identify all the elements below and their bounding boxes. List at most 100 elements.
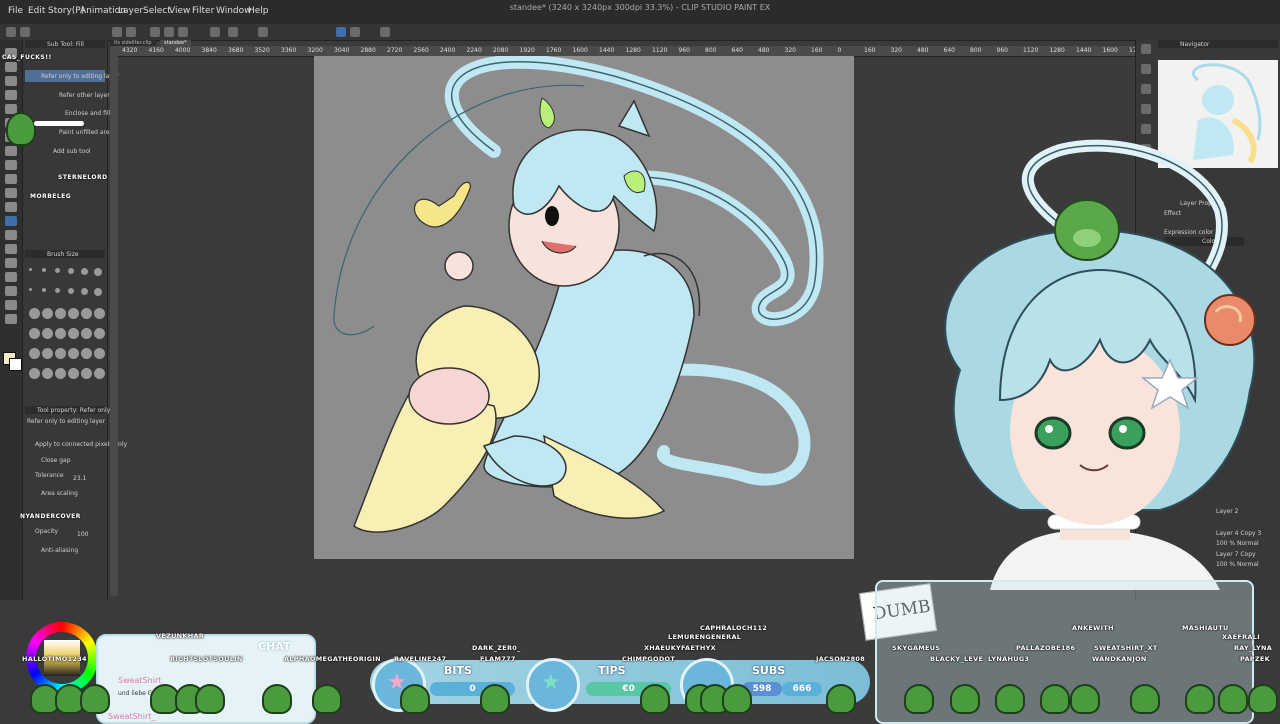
brush-tool-icon[interactable] xyxy=(5,146,17,156)
brush-size-option[interactable] xyxy=(29,368,40,379)
decoration-tool-icon[interactable] xyxy=(5,174,17,184)
frame-tool-icon[interactable] xyxy=(5,258,17,268)
brush-size-option[interactable] xyxy=(81,268,88,275)
blend-tool-icon[interactable] xyxy=(5,202,17,212)
viewer-name: CAS_FUCKS!! xyxy=(2,54,52,61)
subtool-item[interactable]: Paint unfilled area xyxy=(59,129,113,136)
menu-edit[interactable]: Edit xyxy=(28,6,45,16)
panel-icon[interactable] xyxy=(1141,64,1151,74)
pen-icon[interactable] xyxy=(336,27,346,37)
brush-size-option[interactable] xyxy=(55,308,66,319)
brush-size-option[interactable] xyxy=(81,308,92,319)
menu-layer[interactable]: Layer xyxy=(118,6,143,16)
brush-size-option[interactable] xyxy=(94,308,105,319)
brush-size-option[interactable] xyxy=(81,368,92,379)
brush-size-option[interactable] xyxy=(94,368,105,379)
fill-icon[interactable] xyxy=(258,27,268,37)
menu-select[interactable]: Select xyxy=(143,6,171,16)
brush-size-option[interactable] xyxy=(29,288,32,291)
brush-size-option[interactable] xyxy=(42,348,53,359)
panel-icon[interactable] xyxy=(1141,44,1151,54)
ruler-icon[interactable] xyxy=(350,27,360,37)
ruler-tick-label: 1440 xyxy=(1076,47,1092,54)
brush-size-option[interactable] xyxy=(55,328,66,339)
brush-size-option[interactable] xyxy=(94,348,105,359)
brush-size-option[interactable] xyxy=(29,308,40,319)
ruler-tick-label: 800 xyxy=(970,47,982,54)
brush-size-option[interactable] xyxy=(81,348,92,359)
undo-icon[interactable] xyxy=(112,27,122,37)
close-gap-checkbox[interactable]: Close gap xyxy=(41,457,71,464)
move-tool-icon[interactable] xyxy=(5,62,17,72)
deselect-icon[interactable] xyxy=(178,27,188,37)
tolerance-value[interactable]: 23.1 xyxy=(73,475,86,482)
brush-size-option[interactable] xyxy=(68,268,74,274)
brush-size-option[interactable] xyxy=(81,288,88,295)
area-scaling-checkbox[interactable]: Area scaling xyxy=(41,490,78,497)
grid-icon[interactable] xyxy=(380,27,390,37)
ruler-tool-icon[interactable] xyxy=(5,272,17,282)
brush-size-option[interactable] xyxy=(68,348,79,359)
menu-bar: standee* (3240 x 3240px 300dpi 33.3%) - … xyxy=(0,0,1280,24)
sub-color-swatch[interactable] xyxy=(9,358,22,371)
operation-tool-icon[interactable] xyxy=(5,76,17,86)
brush-size-option[interactable] xyxy=(29,348,40,359)
balloon-tool-icon[interactable] xyxy=(5,300,17,310)
eraser-tool-icon[interactable] xyxy=(5,188,17,198)
open-icon[interactable] xyxy=(20,27,30,37)
panel-icon[interactable] xyxy=(1141,104,1151,114)
viewer-name: ANKEWITH xyxy=(1072,624,1114,632)
brush-size-option[interactable] xyxy=(81,328,92,339)
ruler-tick-label: 4320 xyxy=(122,47,138,54)
redo-icon[interactable] xyxy=(126,27,136,37)
antialias-checkbox[interactable]: Anti-aliasing xyxy=(41,547,78,554)
brush-size-option[interactable] xyxy=(42,268,46,272)
subtool-item[interactable]: Refer other layers xyxy=(59,92,113,99)
add-subtool-button[interactable]: Add sub tool xyxy=(53,148,91,155)
brush-size-option[interactable] xyxy=(42,368,53,379)
brush-size-option[interactable] xyxy=(68,368,79,379)
brush-size-option[interactable] xyxy=(55,268,60,273)
undo-small-icon[interactable] xyxy=(228,27,238,37)
menu-filter[interactable]: Filter xyxy=(192,6,214,16)
brush-size-option[interactable] xyxy=(68,308,79,319)
ruler-tick-label: 1920 xyxy=(519,47,535,54)
brush-size-option[interactable] xyxy=(29,328,40,339)
brush-size-option[interactable] xyxy=(42,288,46,292)
clear-icon[interactable] xyxy=(150,27,160,37)
brush-size-option[interactable] xyxy=(68,288,74,294)
airbrush-tool-icon[interactable] xyxy=(5,160,17,170)
menu-file[interactable]: File xyxy=(8,6,23,16)
gradient-tool-icon[interactable] xyxy=(5,230,17,240)
subtool-item[interactable]: Enclose and fill xyxy=(65,110,110,117)
text-tool-icon[interactable] xyxy=(5,286,17,296)
correct-line-tool-icon[interactable] xyxy=(5,314,17,324)
tolerance-label: Tolerance xyxy=(35,472,64,479)
menu-story[interactable]: Story(P) xyxy=(48,6,84,16)
brush-size-option[interactable] xyxy=(94,288,102,296)
brush-size-option[interactable] xyxy=(94,328,105,339)
figure-tool-icon[interactable] xyxy=(5,244,17,254)
brush-size-option[interactable] xyxy=(42,328,53,339)
brush-size-option[interactable] xyxy=(42,308,53,319)
brush-size-option[interactable] xyxy=(29,268,32,271)
viewer-name: PALLAZOBE186 xyxy=(1016,644,1076,652)
viewer-name: RAVELINE247 xyxy=(394,655,447,663)
brush-size-option[interactable] xyxy=(94,268,102,276)
brush-size-option[interactable] xyxy=(55,368,66,379)
canvas-artwork[interactable] xyxy=(314,56,854,559)
subtool-item[interactable]: Refer only to editing layer xyxy=(41,73,119,80)
opacity-value[interactable]: 100 xyxy=(77,531,88,538)
brush-size-option[interactable] xyxy=(55,348,66,359)
menu-window[interactable]: Window xyxy=(216,6,252,16)
panel-icon[interactable] xyxy=(1141,84,1151,94)
menu-view[interactable]: View xyxy=(169,6,190,16)
brush-size-option[interactable] xyxy=(55,288,60,293)
new-icon[interactable] xyxy=(6,27,16,37)
menu-help[interactable]: Help xyxy=(248,6,269,16)
fill-tool-icon[interactable] xyxy=(5,216,17,226)
transform-icon[interactable] xyxy=(164,27,174,37)
snap-icon[interactable] xyxy=(210,27,220,37)
select-tool-icon[interactable] xyxy=(5,90,17,100)
brush-size-option[interactable] xyxy=(68,328,79,339)
